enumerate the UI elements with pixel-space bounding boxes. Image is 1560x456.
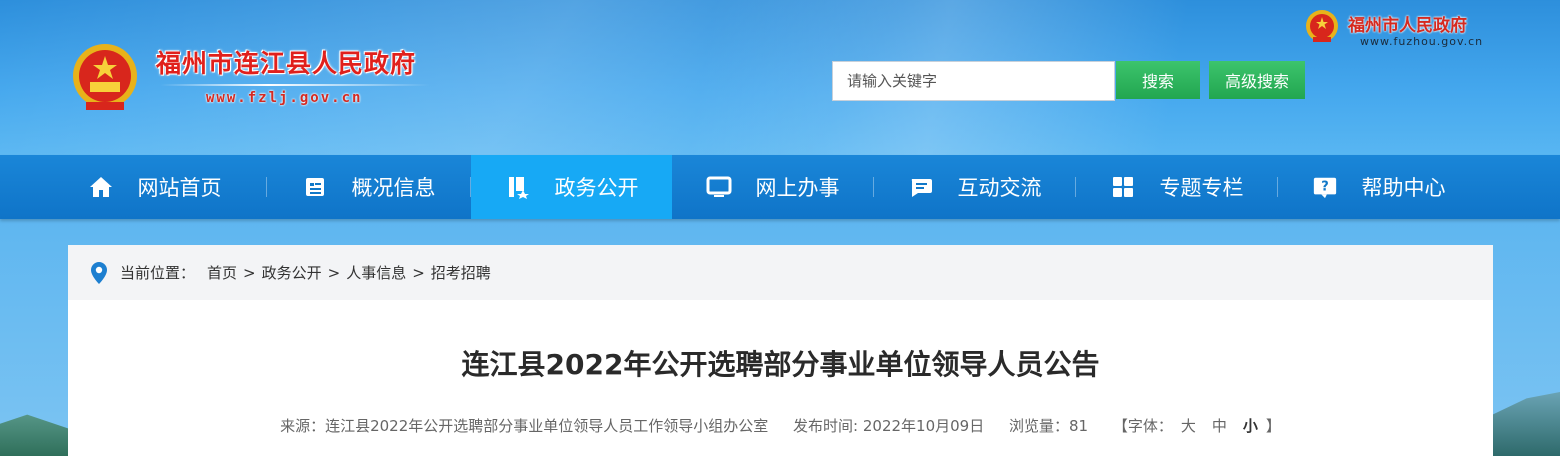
main-nav: 网站首页 概况信息 政务公开 网上办事 互动交流 专题专栏 ? 帮助中心 — [0, 155, 1560, 219]
book-icon — [505, 174, 531, 200]
parent-site-title[interactable]: 福州市人民政府 — [1348, 11, 1467, 36]
breadcrumb-prefix: 当前位置： — [120, 264, 196, 282]
site-title[interactable]: 福州市连江县人民政府 — [156, 44, 416, 80]
nav-item-special-topics[interactable]: 专题专栏 — [1076, 155, 1277, 219]
mountain-decoration — [0, 414, 68, 456]
home-icon — [88, 174, 114, 200]
article-panel: 当前位置： 首页 > 政务公开 > 人事信息 > 招考招聘 连江县2022年公开… — [68, 245, 1493, 456]
breadcrumb-government-affairs[interactable]: 政务公开 — [262, 262, 322, 283]
nav-item-label: 政务公开 — [554, 176, 639, 200]
article-meta: 来源：连江县2022年公开选聘部分事业单位领导人员工作领导小组办公室 发布时间:… — [68, 415, 1493, 436]
search-button[interactable]: 搜索 — [1116, 61, 1200, 99]
parent-site-url[interactable]: www.fuzhou.gov.cn — [1360, 35, 1483, 48]
grid-icon — [1110, 174, 1136, 200]
nav-item-interaction[interactable]: 互动交流 — [874, 155, 1075, 219]
help-icon: ? — [1312, 174, 1338, 200]
breadcrumb-recruitment[interactable]: 招考招聘 — [431, 262, 491, 283]
nav-item-label: 互动交流 — [957, 176, 1042, 200]
nav-item-label: 概况信息 — [351, 176, 436, 200]
font-size-medium[interactable]: 中 — [1212, 417, 1227, 435]
article-publish-time: 发布时间: 2022年10月09日 — [793, 417, 985, 435]
font-size-large[interactable]: 大 — [1181, 417, 1196, 435]
nav-item-label: 网站首页 — [137, 176, 222, 200]
font-size-switcher: 【字体： 大中小】 — [1113, 417, 1281, 435]
breadcrumb-personnel-info[interactable]: 人事信息 — [346, 262, 406, 283]
document-icon — [302, 174, 328, 200]
article-title: 连江县2022年公开选聘部分事业单位领导人员公告 — [461, 348, 1100, 381]
nav-item-label: 专题专栏 — [1159, 176, 1244, 200]
title-divider — [160, 84, 430, 86]
breadcrumb: 当前位置： 首页 > 政务公开 > 人事信息 > 招考招聘 — [68, 245, 1493, 300]
national-emblem-icon — [73, 44, 137, 110]
nav-item-label: 帮助中心 — [1361, 176, 1446, 200]
breadcrumb-separator: > — [243, 263, 256, 282]
font-size-prefix: 【字体： — [1112, 417, 1173, 435]
advanced-search-button[interactable]: 高级搜索 — [1209, 61, 1305, 99]
font-size-small[interactable]: 小 — [1243, 417, 1258, 435]
nav-item-help-center[interactable]: ? 帮助中心 — [1278, 155, 1479, 219]
nav-item-label: 网上办事 — [755, 176, 840, 200]
location-pin-icon — [91, 261, 107, 284]
site-header: 福州市连江县人民政府 www.fzlj.gov.cn 福州市人民政府 www.f… — [0, 0, 1560, 155]
breadcrumb-separator: > — [327, 263, 341, 282]
fuzhou-emblem-icon[interactable] — [1305, 9, 1339, 45]
article-views: 浏览量：81 — [1008, 417, 1089, 435]
site-url[interactable]: www.fzlj.gov.cn — [206, 90, 362, 106]
nav-divider — [266, 177, 267, 197]
article-source: 来源：连江县2022年公开选聘部分事业单位领导人员工作领导小组办公室 — [280, 417, 769, 435]
nav-item-overview[interactable]: 概况信息 — [268, 155, 469, 219]
chat-icon — [908, 174, 934, 200]
nav-item-online-services[interactable]: 网上办事 — [672, 155, 873, 219]
nav-item-home[interactable]: 网站首页 — [54, 155, 255, 219]
breadcrumb-separator: > — [412, 263, 425, 282]
svg-text:?: ? — [1321, 180, 1329, 195]
search-input[interactable] — [832, 61, 1115, 101]
nav-item-government-affairs[interactable]: 政务公开 — [471, 155, 672, 219]
mountain-decoration — [1493, 392, 1560, 456]
monitor-icon — [706, 174, 732, 200]
breadcrumb-home[interactable]: 首页 — [207, 262, 237, 283]
font-size-suffix: 】 — [1265, 417, 1281, 435]
